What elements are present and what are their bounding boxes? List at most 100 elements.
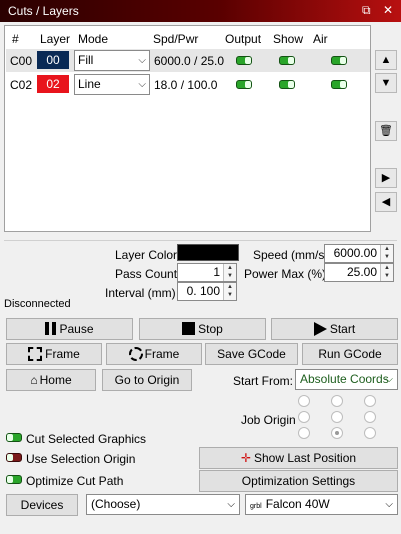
frame-circle-icon: [128, 347, 143, 361]
power-max-label: Power Max (%): [244, 267, 327, 281]
save-gcode-button[interactable]: Save GCode: [205, 343, 298, 365]
layer-color-swatch[interactable]: [177, 244, 239, 261]
speed-input[interactable]: 6000.00 ▲ ▼: [324, 244, 394, 263]
spinner-arrows-icon[interactable]: ▲ ▼: [380, 245, 393, 262]
restore-icon[interactable]: ⧉: [362, 3, 371, 18]
arrow-right-icon: ▶: [381, 172, 391, 184]
output-toggle[interactable]: [236, 80, 252, 89]
spinner-arrows-icon[interactable]: ▲ ▼: [380, 264, 393, 281]
pass-count-label: Pass Count: [115, 267, 178, 281]
table-row[interactable]: C00 00 Fill ⌵ 6000.0 / 25.0: [6, 49, 370, 72]
output-toggle[interactable]: [236, 56, 252, 65]
header-layer: Layer: [40, 32, 71, 46]
start-button[interactable]: Start: [271, 318, 398, 340]
show-toggle[interactable]: [279, 56, 295, 65]
window-title-bar: Cuts / Layers ⧉ ✕: [0, 0, 401, 22]
pause-button[interactable]: Pause: [6, 318, 133, 340]
origin-bottom-left-radio[interactable]: [298, 427, 310, 439]
table-row[interactable]: C02 02 Line ⌵ 18.0 / 100.0: [6, 73, 370, 96]
device-choose-select[interactable]: (Choose) ⌵: [86, 494, 240, 515]
home-button[interactable]: ⌂ Home: [6, 369, 96, 391]
use-selection-origin-toggle[interactable]: [6, 453, 22, 462]
home-icon: ⌂: [30, 373, 38, 387]
origin-middle-right-radio[interactable]: [364, 411, 376, 423]
cuts-layers-grid: # Layer Mode Spd/Pwr Output Show Air C00…: [4, 25, 371, 232]
layer-swatch[interactable]: 02: [37, 75, 69, 93]
chevron-down-icon: ⌵: [385, 374, 393, 385]
origin-top-left-radio[interactable]: [298, 395, 310, 407]
mode-value: Line: [78, 77, 101, 91]
speed-label: Speed (mm/s): [253, 248, 329, 262]
connection-status: Disconnected: [4, 298, 71, 310]
chevron-down-icon: ⌵: [138, 79, 146, 90]
layer-swatch[interactable]: 00: [37, 51, 69, 69]
origin-center-radio[interactable]: [331, 411, 343, 423]
grbl-icon: grbl: [250, 503, 262, 510]
power-max-input[interactable]: 25.00 ▲ ▼: [324, 263, 394, 282]
mode-select[interactable]: Fill ⌵: [74, 50, 150, 71]
header-spd-pwr: Spd/Pwr: [153, 32, 199, 46]
optimize-cut-path-toggle[interactable]: [6, 475, 22, 484]
start-from-label: Start From:: [233, 374, 294, 388]
stop-button[interactable]: Stop: [139, 318, 266, 340]
show-last-position-button[interactable]: ✛ Show Last Position: [199, 447, 398, 469]
close-icon[interactable]: ✕: [383, 3, 393, 17]
job-origin-label: Job Origin: [241, 413, 296, 427]
arrow-up-icon: ▲: [380, 54, 392, 66]
optimize-cut-path-label: Optimize Cut Path: [26, 474, 124, 488]
move-down-button[interactable]: ▼: [375, 73, 397, 93]
move-left-button[interactable]: ◀: [375, 192, 397, 212]
row-id: C02: [10, 78, 33, 92]
use-selection-origin-label: Use Selection Origin: [26, 452, 136, 466]
arrow-down-icon: ▼: [380, 77, 392, 89]
cut-selected-toggle[interactable]: [6, 433, 22, 442]
interval-label: Interval (mm): [105, 286, 176, 300]
origin-top-right-radio[interactable]: [364, 395, 376, 407]
header-output: Output: [225, 32, 262, 46]
frame-circle-button[interactable]: Frame: [106, 343, 202, 365]
header-show: Show: [273, 32, 304, 46]
mode-select[interactable]: Line ⌵: [74, 74, 150, 95]
play-icon: [313, 322, 327, 336]
mode-value: Fill: [78, 53, 94, 67]
origin-top-center-radio[interactable]: [331, 395, 343, 407]
pass-count-input[interactable]: 1 ▲ ▼: [177, 263, 237, 282]
optimization-settings-button[interactable]: Optimization Settings: [199, 470, 398, 492]
stop-icon: [182, 322, 196, 335]
crosshair-icon: ✛: [240, 451, 251, 465]
frame-rect-button[interactable]: Frame: [6, 343, 102, 365]
origin-middle-left-radio[interactable]: [298, 411, 310, 423]
header-mode: Mode: [78, 32, 109, 46]
go-to-origin-button[interactable]: Go to Origin: [102, 369, 192, 391]
spinner-arrows-icon[interactable]: ▲ ▼: [223, 283, 236, 300]
run-gcode-button[interactable]: Run GCode: [302, 343, 398, 365]
move-right-button[interactable]: ▶: [375, 168, 397, 188]
chevron-down-icon: ⌵: [227, 499, 235, 510]
layer-settings-panel: Layer Color Pass Count 1 ▲ ▼ Interval (mm…: [4, 240, 397, 301]
cut-selected-label: Cut Selected Graphics: [26, 432, 147, 446]
devices-button[interactable]: Devices: [6, 494, 78, 516]
move-up-button[interactable]: ▲: [375, 50, 397, 70]
row-id: C00: [10, 54, 33, 68]
origin-bottom-center-radio[interactable]: [331, 427, 343, 439]
chevron-down-icon: ⌵: [138, 55, 146, 66]
origin-bottom-right-radio[interactable]: [364, 427, 376, 439]
chevron-down-icon: ⌵: [385, 499, 393, 510]
pause-icon-bar: [52, 322, 57, 335]
device-select[interactable]: grbl Falcon 40W ⌵: [245, 494, 398, 515]
air-toggle[interactable]: [331, 56, 347, 65]
delete-layer-button[interactable]: 🗑: [375, 121, 397, 141]
pause-icon: [45, 322, 50, 335]
header-air: Air: [313, 32, 328, 46]
header-number: #: [12, 32, 19, 46]
interval-input[interactable]: 0. 100 ▲ ▼: [177, 282, 237, 301]
show-toggle[interactable]: [279, 80, 295, 89]
speed-power-value: 6000.0 / 25.0: [154, 54, 225, 68]
speed-power-value: 18.0 / 100.0: [154, 78, 218, 92]
layer-color-label: Layer Color: [115, 248, 178, 262]
arrow-left-icon: ◀: [381, 196, 391, 208]
spinner-arrows-icon[interactable]: ▲ ▼: [223, 264, 236, 281]
start-from-select[interactable]: Absolute Coords ⌵: [295, 369, 398, 390]
air-toggle[interactable]: [331, 80, 347, 89]
window-title: Cuts / Layers: [8, 4, 79, 18]
